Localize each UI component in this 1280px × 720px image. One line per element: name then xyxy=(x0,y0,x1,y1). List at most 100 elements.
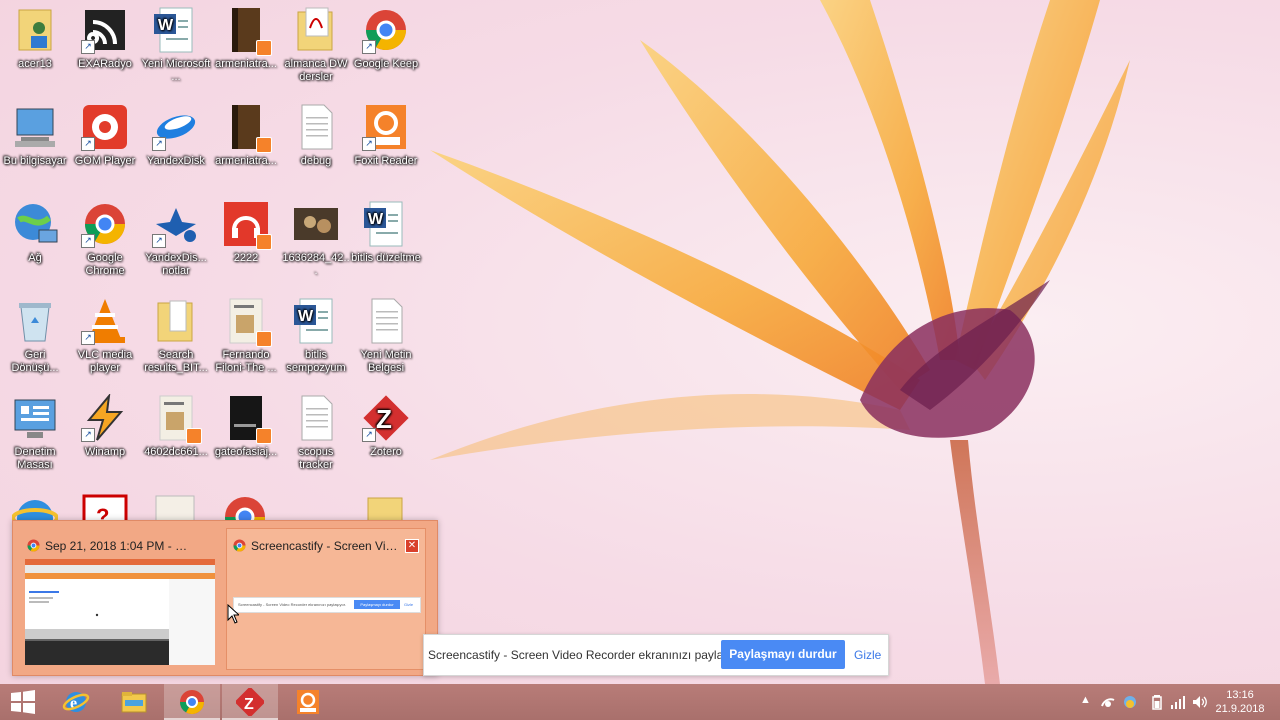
winamp-icon: ↗ xyxy=(81,392,129,442)
desktop-icon-label: Fernando Filoni-The ... xyxy=(215,349,277,374)
music-icon xyxy=(222,200,272,250)
foxit-icon: ↗ xyxy=(362,103,410,151)
chrome-icon xyxy=(27,539,40,552)
foxit-reader-icon xyxy=(297,690,319,714)
book-light-icon xyxy=(222,297,272,347)
volume-icon[interactable] xyxy=(1192,694,1208,710)
pdf-desktop-icon[interactable]: ? xyxy=(82,494,128,520)
shortcut-arrow-icon: ↗ xyxy=(362,137,376,151)
desktop-icon-book-file[interactable]: 4602dc661... xyxy=(141,394,211,459)
desktop-icon-label: YandexDisk xyxy=(147,155,205,167)
desktop-icon-word-document[interactable]: W Yeni Microsoft ... xyxy=(141,6,211,84)
taskbar-chrome[interactable] xyxy=(164,684,220,720)
desktop-icon-search-results-folder[interactable]: Search results_BIT... xyxy=(141,297,211,375)
shortcut-arrow-icon: ↗ xyxy=(152,234,166,248)
desktop-icon-gateofasia-file[interactable]: gateofasiaj... xyxy=(211,394,281,459)
wifi-signal-icon[interactable] xyxy=(1170,694,1186,710)
desktop-icon-network[interactable]: Ağ xyxy=(0,200,70,265)
svg-text:Z: Z xyxy=(244,696,254,713)
mouse-cursor xyxy=(227,604,239,624)
desktop-icon-label: Zotero xyxy=(370,446,402,458)
taskbar-foxit-reader[interactable] xyxy=(280,684,336,720)
window-thumbnail-recording[interactable]: Sep 21, 2018 1:04 PM - Screenca... xyxy=(21,529,219,669)
desktop-icon-vlc-shortcut[interactable]: ↗ VLC media player xyxy=(70,297,140,375)
taskbar-internet-explorer[interactable]: e xyxy=(48,684,104,720)
vlc-icon: ↗ xyxy=(81,297,129,345)
text-icon xyxy=(362,297,410,345)
svg-text:W: W xyxy=(298,308,314,325)
document-desktop-icon[interactable] xyxy=(152,494,198,520)
desktop-icon-label: armeniatra... xyxy=(215,155,277,167)
ie-desktop-icon[interactable] xyxy=(12,494,58,520)
shortcut-arrow-icon: ↗ xyxy=(81,331,95,345)
desktop-icon-bitlis-sempozyum-document[interactable]: Wbitlis sempozyum xyxy=(281,297,351,375)
desktop-icon-recycle-bin[interactable]: Geri Dönüşü... xyxy=(0,297,70,375)
show-hidden-icons-chevron-icon[interactable]: ▲ xyxy=(1080,694,1091,706)
desktop-icon-foxit-reader-shortcut[interactable]: ↗ Foxit Reader xyxy=(351,103,421,168)
clock-date: 21.9.2018 xyxy=(1215,703,1265,715)
internet-explorer-icon: e xyxy=(62,692,90,712)
foxit-badge-icon xyxy=(256,137,272,153)
desktop-icon-label: Foxit Reader xyxy=(354,155,418,167)
desktop-icon-control-panel[interactable]: Denetim Masası xyxy=(0,394,70,472)
word-icon: W xyxy=(152,6,200,54)
hide-link[interactable]: Gizle xyxy=(854,648,881,662)
text-icon xyxy=(292,394,340,442)
shortcut-arrow-icon: ↗ xyxy=(81,428,95,442)
weather-icon[interactable] xyxy=(1122,694,1138,710)
mini-stop-button: Paylaşmayı durdur xyxy=(354,600,400,609)
desktop-icon-new-text-document[interactable]: Yeni Metin Belgesi xyxy=(351,297,421,375)
window-thumbnail-sharing-bar[interactable]: Screencastify - Screen Video... ✕ Screen… xyxy=(226,528,426,670)
recording-preview-image xyxy=(25,559,215,665)
desktop-icon-label: bitlis sempozyum xyxy=(286,349,346,374)
desktop-icon-yandex-disk-shortcut[interactable]: ↗ YandexDisk xyxy=(141,103,211,168)
desktop-icon-photo-file[interactable]: 1636284_42... xyxy=(281,200,351,278)
battery-icon[interactable] xyxy=(1152,694,1162,710)
desktop-icon-label: Google Keep xyxy=(353,58,419,70)
zotero-icon: Z xyxy=(236,688,264,716)
book-icon xyxy=(222,6,272,56)
desktop-icon-google-chrome-shortcut[interactable]: ↗ Google Chrome xyxy=(70,200,140,278)
book-light-icon xyxy=(152,394,202,444)
desktop-icon-label: Denetim Masası xyxy=(14,446,56,471)
chrome-icon xyxy=(233,539,246,552)
desktop-icon-bitlis-duzeltme-document[interactable]: Wbitlis düzeltme xyxy=(351,200,421,265)
network-sync-icon[interactable] xyxy=(1100,694,1116,710)
desktop-icon-acer13-folder[interactable]: acer13 xyxy=(0,6,70,71)
taskbar-clock[interactable]: 13:16 21.9.2018 xyxy=(1212,688,1268,716)
foxit-badge-icon xyxy=(256,40,272,56)
desktop-icon-zotero-shortcut[interactable]: Z ↗ Zotero xyxy=(351,394,421,459)
chrome-desktop-icon[interactable] xyxy=(222,494,268,520)
chrome-icon: ↗ xyxy=(362,6,410,54)
desktop-icon-yandex-disk-notes[interactable]: ↗ YandexDis... notlar xyxy=(141,200,211,278)
desktop-icon-label: Search results_BIT... xyxy=(144,349,208,374)
word-icon: W xyxy=(292,297,340,345)
desktop-icon-label: EXARadyo xyxy=(78,58,132,70)
desktop-icon-label: debug xyxy=(300,155,332,167)
taskbar-file-explorer[interactable] xyxy=(106,684,162,720)
desktop-icon-exaradyo-shortcut[interactable]: ↗ EXARadyo xyxy=(70,6,140,71)
desktop-icon-armeniatra-file-2[interactable]: armeniatra... xyxy=(211,103,281,168)
desktop-icon-fernando-filoni-file[interactable]: Fernando Filoni-The ... xyxy=(211,297,281,375)
desktop-icon-this-pc[interactable]: Bu bilgisayar xyxy=(0,103,70,168)
svg-text:?: ? xyxy=(96,504,109,520)
desktop-icon-winamp-shortcut[interactable]: ↗ Winamp xyxy=(70,392,140,459)
folder-desktop-icon[interactable] xyxy=(362,494,408,520)
desktop-icon-armeniatra-file-1[interactable]: armeniatra... xyxy=(211,6,281,71)
taskbar-thumbnail-popup: Sep 21, 2018 1:04 PM - Screenca... Scree… xyxy=(12,520,438,676)
desktop-icon-label: 4602dc661... xyxy=(144,446,208,458)
taskbar-zotero[interactable]: Z xyxy=(222,684,278,720)
desktop-icon-gom-player-shortcut[interactable]: ↗ GOM Player xyxy=(70,103,140,168)
foxit-badge-icon xyxy=(256,331,272,347)
desktop-icon-scopus-tracker-file[interactable]: scopus tracker xyxy=(281,394,351,472)
close-icon[interactable]: ✕ xyxy=(405,539,419,553)
mini-sharing-bar: Screencastify - Screen Video Recorder ek… xyxy=(233,597,421,613)
yandex-icon: ↗ xyxy=(152,103,200,151)
desktop-icon-google-keep-shortcut[interactable]: ↗ Google Keep xyxy=(351,6,421,71)
stop-sharing-button[interactable]: Paylaşmayı durdur xyxy=(721,640,845,669)
desktop-icon-almanca-folder[interactable]: almanca DW dersler xyxy=(281,6,351,84)
desktop-icon-music-2222[interactable]: 2222 xyxy=(211,200,281,265)
desktop-icon-debug-file[interactable]: debug xyxy=(281,103,351,168)
foxit-badge-icon xyxy=(186,428,202,444)
clock-time: 13:16 xyxy=(1226,689,1254,701)
